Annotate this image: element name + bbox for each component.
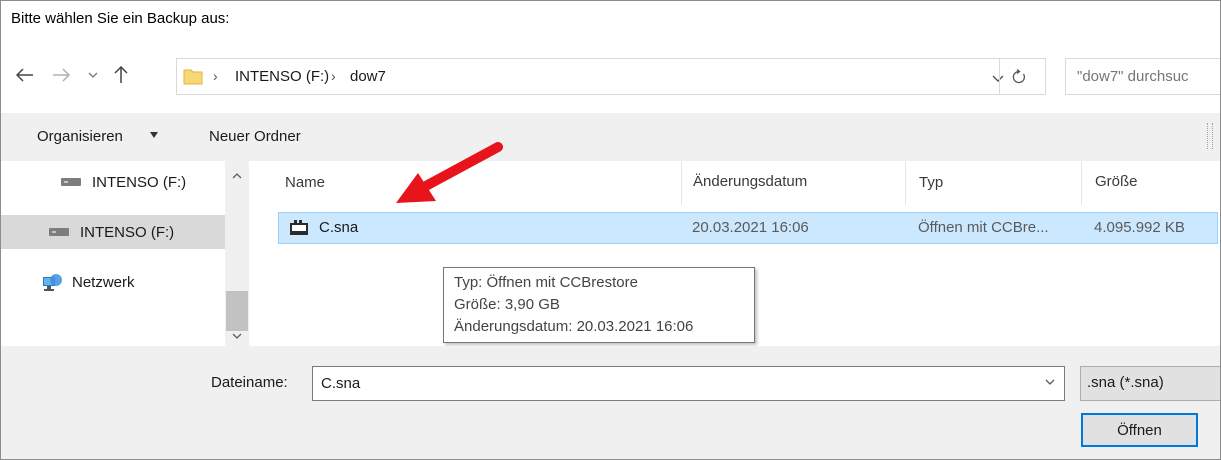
arrow-left-icon [16, 68, 33, 82]
tooltip-type: Typ: Öffnen mit CCBrestore [454, 274, 638, 291]
caret-down-icon[interactable] [149, 131, 159, 139]
column-header-modified[interactable]: Änderungsdatum [693, 173, 807, 190]
folder-icon [183, 69, 203, 85]
navigation-scrollbar[interactable] [225, 161, 249, 346]
tooltip-date: Änderungsdatum: 20.03.2021 16:06 [454, 318, 694, 335]
sidebar-item-label: Netzwerk [72, 273, 135, 291]
file-icon [290, 220, 308, 235]
scroll-up-icon[interactable] [232, 171, 242, 181]
filename-combobox[interactable] [312, 366, 1065, 401]
command-bar: Organisieren Neuer Ordner [1, 113, 1220, 161]
filename-label: Dateiname: [211, 374, 288, 391]
column-header-name[interactable]: Name [285, 174, 325, 191]
navigation-pane: INTENSO (F:) INTENSO (F:) Netzwerk [1, 161, 249, 346]
title-bar: Bitte wählen Sie ein Backup aus: [1, 1, 1220, 41]
file-info-tooltip: Typ: Öffnen mit CCBrestore Größe: 3,90 G… [443, 267, 755, 343]
toolbar-grip [1207, 123, 1213, 149]
sidebar-item-intenso-1[interactable]: INTENSO (F:) [1, 165, 225, 199]
tooltip-size: Größe: 3,90 GB [454, 296, 560, 313]
breadcrumb-folder[interactable]: dow7 [350, 68, 386, 85]
forward-button[interactable] [49, 63, 73, 87]
address-row: › INTENSO (F:) › dow7 [1, 41, 1220, 113]
dialog-title: Bitte wählen Sie ein Backup aus: [11, 10, 230, 27]
filename-input[interactable] [313, 367, 1033, 400]
column-divider[interactable] [681, 161, 682, 205]
address-bar[interactable]: › INTENSO (F:) › dow7 [176, 58, 1046, 95]
arrow-up-icon [114, 66, 128, 83]
file-open-dialog: Bitte wählen Sie ein Backup aus: › INTEN… [0, 0, 1221, 460]
sidebar-item-network[interactable]: Netzwerk [1, 265, 225, 299]
sidebar-item-intenso-2[interactable]: INTENSO (F:) [1, 215, 225, 249]
file-type-filter-label: .sna (*.sna) [1087, 374, 1164, 391]
sidebar-item-label: INTENSO (F:) [92, 173, 187, 191]
up-button[interactable] [109, 63, 133, 87]
back-button[interactable] [13, 63, 37, 87]
arrow-right-icon [53, 68, 70, 82]
scroll-down-icon[interactable] [232, 331, 242, 341]
chevron-down-icon[interactable] [1044, 376, 1056, 388]
column-divider[interactable] [905, 161, 906, 205]
organize-button[interactable]: Organisieren [37, 128, 123, 145]
dialog-footer: Dateiname: .sna (*.sna) Öffnen [1, 346, 1220, 459]
breadcrumb-separator: › [213, 68, 218, 84]
sidebar-item-label: INTENSO (F:) [80, 223, 175, 241]
file-modified: 20.03.2021 16:06 [692, 219, 809, 236]
scrollbar-thumb[interactable] [226, 291, 248, 331]
file-type-filter[interactable]: .sna (*.sna) [1080, 366, 1220, 401]
file-size: 4.095.992 KB [1094, 219, 1185, 236]
breadcrumb-drive[interactable]: INTENSO (F:) [235, 68, 329, 85]
column-divider[interactable] [1081, 161, 1082, 205]
chevron-down-icon [88, 72, 98, 78]
column-header-type[interactable]: Typ [919, 174, 943, 191]
file-name: C.sna [319, 219, 359, 236]
refresh-icon [1012, 68, 1025, 83]
column-header-size[interactable]: Größe [1095, 173, 1138, 190]
file-type: Öffnen mit CCBre... [918, 219, 1049, 236]
network-icon [43, 274, 62, 291]
drive-icon [61, 178, 81, 186]
search-input[interactable] [1066, 59, 1220, 94]
new-folder-button[interactable]: Neuer Ordner [209, 128, 301, 145]
breadcrumb-separator: › [331, 68, 336, 84]
drive-icon [49, 228, 69, 236]
refresh-button[interactable] [999, 58, 1037, 95]
red-arrow-annotation [396, 142, 503, 203]
search-box[interactable] [1065, 58, 1220, 95]
open-button[interactable]: Öffnen [1081, 413, 1198, 447]
recent-locations-button[interactable] [81, 63, 105, 87]
